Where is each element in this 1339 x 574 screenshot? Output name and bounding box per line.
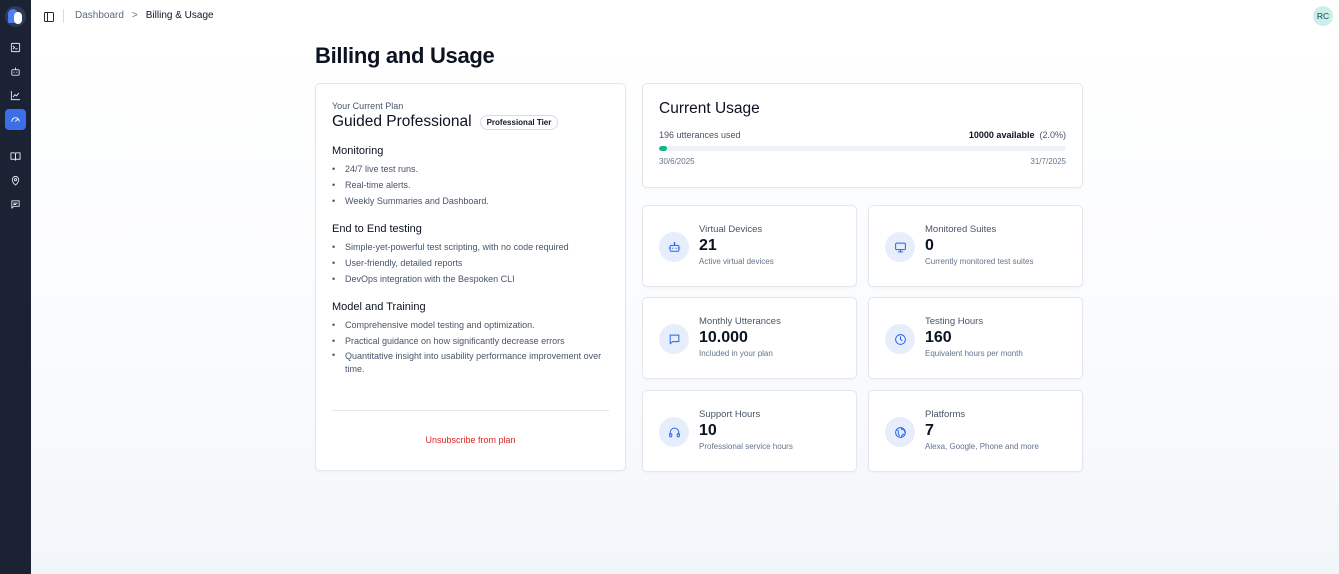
- sidebar-item-feedback[interactable]: [5, 194, 26, 215]
- main-content: Billing and Usage Your Current Plan Guid…: [31, 32, 1339, 574]
- plan-name: Guided Professional: [332, 113, 472, 130]
- stat-value: 7: [925, 422, 934, 439]
- stat-label: Support Hours: [699, 409, 761, 420]
- book-open-icon: [10, 152, 21, 161]
- top-bar: Dashboard > Billing & Usage RC: [31, 0, 1339, 32]
- stat-label: Monitored Suites: [925, 224, 997, 235]
- headphones-icon: [659, 417, 689, 447]
- sidebar-item-analytics[interactable]: [5, 85, 26, 106]
- period-start-date: 30/6/2025: [659, 157, 695, 166]
- usage-progress-fill: [659, 146, 667, 151]
- app-logo[interactable]: [5, 6, 26, 27]
- feature-item: Simple-yet-powerful test scripting, with…: [332, 239, 609, 255]
- globe-icon: [885, 417, 915, 447]
- unsubscribe-button[interactable]: Unsubscribe from plan: [316, 435, 625, 445]
- sidebar: [0, 0, 31, 574]
- period-end-date: 31/7/2025: [1030, 157, 1066, 166]
- clock-icon: [885, 324, 915, 354]
- feature-item: DevOps integration with the Bespoken CLI: [332, 271, 609, 287]
- stat-value: 21: [699, 237, 717, 254]
- panel-left-icon: [44, 12, 54, 22]
- tier-badge: Professional Tier: [479, 114, 559, 130]
- stat-card-monthly-utterances: Monthly Utterances 10.000 Included in yo…: [642, 297, 857, 379]
- chat-icon: [659, 324, 689, 354]
- plan-card: Your Current Plan Guided Professional Pr…: [315, 83, 626, 471]
- feature-item: 24/7 live test runs.: [332, 161, 609, 177]
- section-title: Monitoring: [332, 145, 384, 157]
- usage-percent: (2.0%): [1039, 130, 1066, 140]
- divider: [63, 9, 64, 23]
- stat-description: Professional service hours: [699, 442, 793, 451]
- stat-label: Testing Hours: [925, 316, 984, 327]
- feature-list: Simple-yet-powerful test scripting, with…: [332, 239, 609, 287]
- sidebar-item-docs[interactable]: [5, 146, 26, 167]
- terminal-icon: [10, 42, 21, 53]
- stat-card-monitored-suites: Monitored Suites 0 Currently monitored t…: [868, 205, 1083, 287]
- feature-item: Real-time alerts.: [332, 177, 609, 193]
- stat-card-support-hours: Support Hours 10 Professional service ho…: [642, 390, 857, 472]
- user-avatar[interactable]: RC: [1313, 6, 1333, 26]
- section-title: End to End testing: [332, 223, 422, 235]
- feature-item: User-friendly, detailed reports: [332, 255, 609, 271]
- sidebar-item-locations[interactable]: [5, 170, 26, 191]
- stat-value: 160: [925, 329, 952, 346]
- monitor-icon: [885, 232, 915, 262]
- breadcrumb-current: Billing & Usage: [145, 10, 214, 21]
- stat-value: 0: [925, 237, 934, 254]
- feature-item: Quantitative insight into usability perf…: [332, 349, 609, 376]
- sidebar-item-terminal[interactable]: [5, 37, 26, 58]
- feature-item: Practical guidance on how significantly …: [332, 333, 609, 349]
- chart-line-icon: [10, 90, 21, 101]
- feature-list: Comprehensive model testing and optimiza…: [332, 317, 609, 376]
- stat-description: Currently monitored test suites: [925, 257, 1034, 266]
- robot-icon: [659, 232, 689, 262]
- usage-available: 10000 available (2.0%): [969, 130, 1066, 140]
- gauge-icon: [11, 117, 20, 122]
- stat-description: Alexa, Google, Phone and more: [925, 442, 1039, 451]
- feature-item: Comprehensive model testing and optimiza…: [332, 317, 609, 333]
- breadcrumb: Dashboard > Billing & Usage: [75, 10, 214, 21]
- stat-card-virtual-devices: Virtual Devices 21 Active virtual device…: [642, 205, 857, 287]
- plan-label: Your Current Plan: [332, 101, 404, 111]
- stat-card-platforms: Platforms 7 Alexa, Google, Phone and mor…: [868, 390, 1083, 472]
- usage-card: Current Usage 196 utterances used 10000 …: [642, 83, 1083, 188]
- usage-used: 196 utterances used: [659, 130, 741, 140]
- message-square-icon: [11, 200, 20, 209]
- bot-icon: [11, 67, 20, 76]
- feature-list: 24/7 live test runs. Real-time alerts. W…: [332, 161, 609, 209]
- sidebar-toggle-button[interactable]: [43, 10, 55, 22]
- breadcrumb-dashboard-link[interactable]: Dashboard: [75, 10, 124, 21]
- map-pin-icon: [11, 175, 20, 186]
- stat-value: 10.000: [699, 329, 748, 346]
- stat-value: 10: [699, 422, 717, 439]
- stat-label: Monthly Utterances: [699, 316, 781, 327]
- chevron-right-icon: >: [131, 10, 138, 21]
- feature-item: Weekly Summaries and Dashboard.: [332, 193, 609, 209]
- page-title: Billing and Usage: [315, 43, 495, 68]
- divider: [332, 410, 609, 411]
- stat-label: Platforms: [925, 409, 966, 420]
- usage-progress-bar: [659, 146, 1066, 151]
- section-title: Model and Training: [332, 301, 426, 313]
- sidebar-item-billing[interactable]: [5, 109, 26, 130]
- stat-card-testing-hours: Testing Hours 160 Equivalent hours per m…: [868, 297, 1083, 379]
- stat-description: Equivalent hours per month: [925, 349, 1023, 358]
- usage-title: Current Usage: [659, 100, 760, 117]
- stat-description: Active virtual devices: [699, 257, 774, 266]
- available-count: 10000 available: [968, 130, 1035, 140]
- sidebar-item-bots[interactable]: [5, 61, 26, 82]
- stat-description: Included in your plan: [699, 349, 773, 358]
- stat-label: Virtual Devices: [699, 224, 763, 235]
